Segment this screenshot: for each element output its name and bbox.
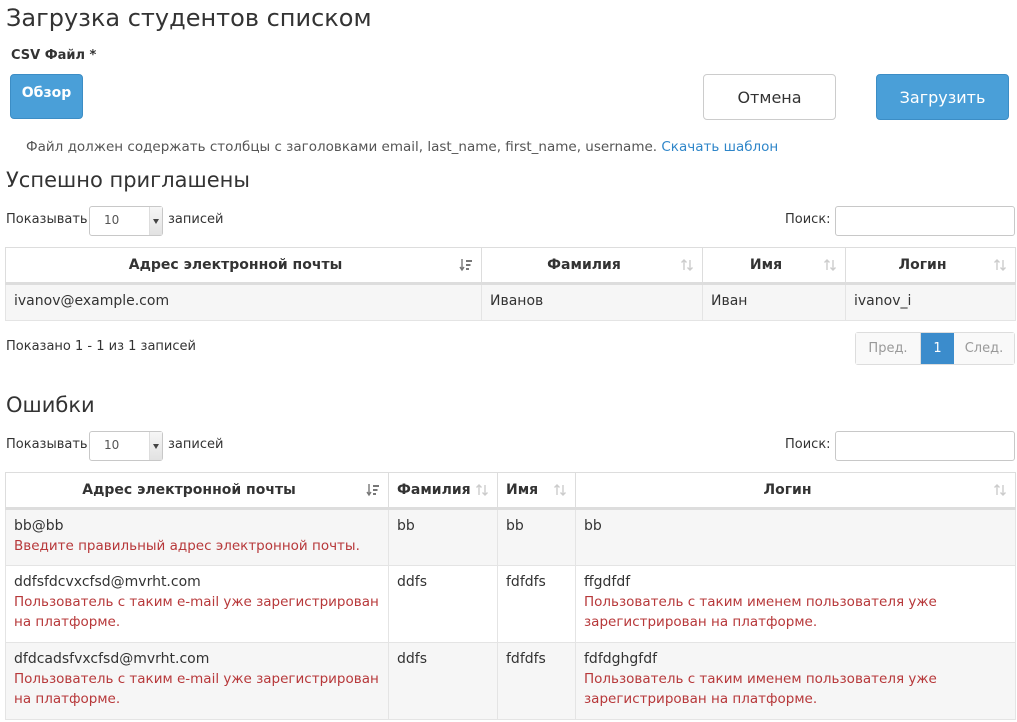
errors-col-first-name-label: Имя <box>506 482 539 498</box>
invited-col-email[interactable]: Адрес электронной почты <box>5 247 482 285</box>
email-error: Введите правильный адрес электронной поч… <box>14 538 360 554</box>
errors-col-username[interactable]: Логин <box>575 472 1016 510</box>
cell-last-name: ddfs <box>388 565 498 643</box>
email-error: Пользователь с таким e-mail уже зарегист… <box>14 594 379 630</box>
errors-col-username-label: Логин <box>763 482 812 498</box>
username-value: ffgdfdf <box>584 574 631 590</box>
table-row: ivanov@example.com Иванов Иван ivanov_i <box>5 283 1016 321</box>
errors-section-title: Ошибки <box>6 393 95 417</box>
pagination-next[interactable]: След. <box>954 333 1014 364</box>
file-hint-text: Файл должен содержать столбцы с заголовк… <box>26 139 658 155</box>
invited-table-info: Показано 1 - 1 из 1 записей <box>6 339 196 354</box>
cell-username: bb <box>575 508 1016 566</box>
cell-first-name: bb <box>497 508 576 566</box>
invited-section-title: Успешно приглашены <box>6 168 250 192</box>
errors-col-last-name-label: Фамилия <box>397 482 471 498</box>
sort-amount-down-icon <box>366 484 379 497</box>
cell-first-name: fdfdfs <box>497 642 576 720</box>
cell-first-name: fdfdfs <box>497 565 576 643</box>
email-value: ddfsfdcvxcfsd@mvrht.com <box>14 574 201 590</box>
email-value: bb@bb <box>14 518 64 534</box>
invited-header-row: Адрес электронной почты Фамилия Имя Логи… <box>5 247 1016 285</box>
cell-username: ffgdfdf Пользователь с таким именем польз… <box>575 565 1016 643</box>
csv-file-label: CSV Файл * <box>11 48 97 63</box>
errors-page-size-select[interactable]: 10 <box>89 431 163 461</box>
cell-email: ivanov@example.com <box>5 283 482 321</box>
errors-header-row: Адрес электронной почты Фамилия Имя Логи… <box>5 472 1016 510</box>
browse-button[interactable]: Обзор <box>10 74 83 119</box>
invited-search-input[interactable] <box>835 206 1015 236</box>
table-row: dfdcadsfvxcfsd@mvrht.com Пользователь с т… <box>5 642 1016 720</box>
invited-col-username[interactable]: Логин <box>845 247 1016 285</box>
errors-col-first-name[interactable]: Имя <box>497 472 576 510</box>
page-title: Загрузка студентов списком <box>6 4 372 32</box>
username-error: Пользователь с таким именем пользователя… <box>584 594 937 630</box>
email-error: Пользователь с таким e-mail уже зарегист… <box>14 671 379 707</box>
username-error: Пользователь с таким именем пользователя… <box>584 671 937 707</box>
sort-arrows-icon <box>824 259 836 271</box>
cell-last-name: ddfs <box>388 642 498 720</box>
cell-email: dfdcadsfvxcfsd@mvrht.com Пользователь с т… <box>5 642 389 720</box>
cancel-button[interactable]: Отмена <box>703 74 836 120</box>
cell-first-name: Иван <box>702 283 846 321</box>
chevron-down-icon <box>149 207 162 235</box>
errors-entries-label: записей <box>168 437 224 452</box>
invited-page-size-value: 10 <box>104 213 120 227</box>
table-row: bb@bb Введите правильный адрес электронно… <box>5 508 1016 566</box>
invited-page-size-select[interactable]: 10 <box>89 206 163 236</box>
errors-table: Адрес электронной почты Фамилия Имя Логи… <box>5 472 1016 720</box>
cell-email: ddfsfdcvxcfsd@mvrht.com Пользователь с та… <box>5 565 389 643</box>
errors-search-label: Поиск: <box>785 437 831 452</box>
cell-username: ivanov_i <box>845 283 1016 321</box>
email-value: dfdcadsfvxcfsd@mvrht.com <box>14 651 210 667</box>
invited-col-first-name[interactable]: Имя <box>702 247 846 285</box>
invited-search-label: Поиск: <box>785 212 831 227</box>
errors-show-label: Показывать <box>6 437 88 452</box>
sort-arrows-icon <box>994 484 1006 496</box>
invited-col-last-name-label: Фамилия <box>547 257 621 273</box>
cell-username: fdfdghgfdf Пользователь с таким именем по… <box>575 642 1016 720</box>
file-hint: Файл должен содержать столбцы с заголовк… <box>26 139 778 155</box>
sort-arrows-icon <box>681 259 693 271</box>
upload-button[interactable]: Загрузить <box>876 74 1009 120</box>
errors-col-email[interactable]: Адрес электронной почты <box>5 472 389 510</box>
errors-search-input[interactable] <box>835 431 1015 461</box>
invited-pagination: Пред. 1 След. <box>855 332 1015 365</box>
pagination-page-1[interactable]: 1 <box>921 333 954 364</box>
cell-last-name: bb <box>388 508 498 566</box>
username-value: bb <box>584 518 602 534</box>
sort-arrows-icon <box>994 259 1006 271</box>
username-value: fdfdghgfdf <box>584 651 658 667</box>
pagination-prev[interactable]: Пред. <box>856 333 921 364</box>
invited-show-label: Показывать <box>6 212 88 227</box>
invited-table: Адрес электронной почты Фамилия Имя Логи… <box>5 247 1016 321</box>
errors-page-size-value: 10 <box>104 438 120 452</box>
table-row: ddfsfdcvxcfsd@mvrht.com Пользователь с та… <box>5 565 1016 643</box>
invited-col-first-name-label: Имя <box>749 257 783 273</box>
cell-last-name: Иванов <box>481 283 703 321</box>
invited-col-last-name[interactable]: Фамилия <box>481 247 703 285</box>
sort-amount-down-icon <box>459 259 472 272</box>
invited-entries-label: записей <box>168 212 224 227</box>
sort-arrows-icon <box>554 484 566 496</box>
errors-col-last-name[interactable]: Фамилия <box>388 472 498 510</box>
cell-email: bb@bb Введите правильный адрес электронно… <box>5 508 389 566</box>
invited-col-email-label: Адрес электронной почты <box>128 257 343 273</box>
sort-arrows-icon <box>476 484 488 496</box>
chevron-down-icon <box>149 432 162 460</box>
invited-col-username-label: Логин <box>898 257 947 273</box>
download-template-link[interactable]: Скачать шаблон <box>661 139 778 155</box>
errors-col-email-label: Адрес электронной почты <box>82 482 296 498</box>
